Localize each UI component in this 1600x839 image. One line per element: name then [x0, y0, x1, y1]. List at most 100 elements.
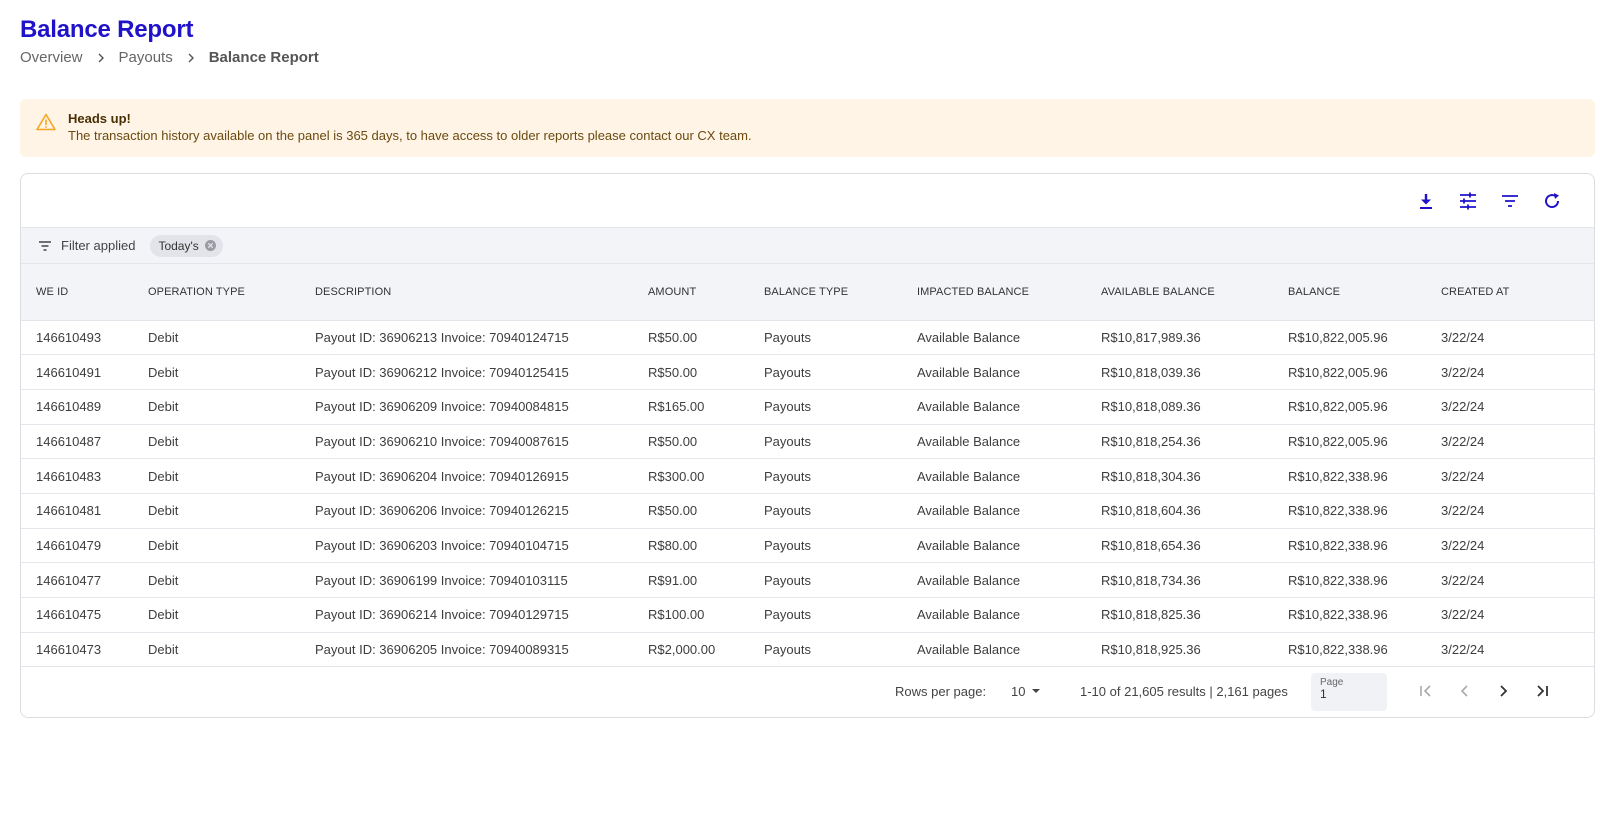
- cell-created-at: 3/22/24: [1426, 562, 1594, 598]
- alert-message: The transaction history available on the…: [68, 128, 752, 143]
- cell-impacted-balance: Available Balance: [902, 389, 1086, 425]
- cell-amount: R$50.00: [633, 320, 749, 356]
- cell-impacted-balance: Available Balance: [902, 320, 1086, 356]
- cell-balance-type: Payouts: [749, 389, 902, 425]
- column-header-created-at[interactable]: CREATED AT: [1426, 264, 1594, 321]
- cell-balance-type: Payouts: [749, 597, 902, 633]
- page-input-label: Page: [1320, 677, 1344, 688]
- warning-triangle-icon: [36, 113, 56, 131]
- column-header-amount[interactable]: AMOUNT: [633, 264, 749, 321]
- columns-settings-icon[interactable]: [1458, 190, 1478, 212]
- cell-created-at: 3/22/24: [1426, 597, 1594, 633]
- column-header-balance[interactable]: BALANCE: [1273, 264, 1426, 321]
- table-row[interactable]: 146610475 Debit Payout ID: 36906214 Invoic…: [21, 597, 1594, 633]
- pagination: Rows per page: 10 1-10 of 21,605 results…: [21, 667, 1594, 717]
- column-header-available-balance[interactable]: AVAILABLE BALANCE: [1086, 264, 1273, 321]
- cell-created-at: 3/22/24: [1426, 458, 1594, 494]
- column-header-balance-type[interactable]: BALANCE TYPE: [749, 264, 902, 321]
- cell-amount: R$2,000.00: [633, 632, 749, 668]
- column-header-impacted-balance[interactable]: IMPACTED BALANCE: [902, 264, 1086, 321]
- filter-icon: [37, 238, 53, 254]
- table-toolbar: [1416, 190, 1562, 212]
- cell-available-balance: R$10,818,734.36: [1086, 562, 1273, 598]
- cell-available-balance: R$10,818,604.36: [1086, 493, 1273, 529]
- cell-description: Payout ID: 36906213 Invoice: 70940124715: [300, 320, 633, 356]
- rows-per-page-value: 10: [1011, 684, 1026, 699]
- breadcrumb-payouts[interactable]: Payouts: [119, 49, 173, 66]
- cell-impacted-balance: Available Balance: [902, 354, 1086, 390]
- cell-operation-type: Debit: [133, 493, 300, 529]
- filter-icon[interactable]: [1500, 190, 1520, 212]
- cell-balance-type: Payouts: [749, 354, 902, 390]
- cell-amount: R$100.00: [633, 597, 749, 633]
- cell-available-balance: R$10,818,925.36: [1086, 632, 1273, 668]
- refresh-icon[interactable]: [1542, 190, 1562, 212]
- cell-created-at: 3/22/24: [1426, 493, 1594, 529]
- filter-applied-label: Filter applied: [61, 238, 136, 253]
- previous-page-icon[interactable]: [1454, 680, 1476, 702]
- cell-created-at: 3/22/24: [1426, 632, 1594, 668]
- column-header-description[interactable]: DESCRIPTION: [300, 264, 633, 321]
- table-row[interactable]: 146610479 Debit Payout ID: 36906203 Invoic…: [21, 528, 1594, 564]
- cell-amount: R$50.00: [633, 424, 749, 460]
- table-row[interactable]: 146610481 Debit Payout ID: 36906206 Invoic…: [21, 493, 1594, 529]
- cell-operation-type: Debit: [133, 528, 300, 564]
- breadcrumb-overview[interactable]: Overview: [20, 49, 83, 66]
- cell-description: Payout ID: 36906214 Invoice: 70940129715: [300, 597, 633, 633]
- cell-balance-type: Payouts: [749, 528, 902, 564]
- table-row[interactable]: 146610473 Debit Payout ID: 36906205 Invoic…: [21, 632, 1594, 668]
- cell-balance: R$10,822,005.96: [1273, 389, 1426, 425]
- cell-balance-type: Payouts: [749, 320, 902, 356]
- cell-operation-type: Debit: [133, 354, 300, 390]
- page-number-input[interactable]: Page 1: [1311, 673, 1387, 711]
- chevron-right-icon: [186, 53, 196, 63]
- cell-available-balance: R$10,817,989.36: [1086, 320, 1273, 356]
- cell-we-id: 146610487: [21, 424, 133, 460]
- table-row[interactable]: 146610493 Debit Payout ID: 36906213 Invoic…: [21, 320, 1594, 356]
- cell-operation-type: Debit: [133, 632, 300, 668]
- cell-balance: R$10,822,005.96: [1273, 320, 1426, 356]
- column-header-we-id[interactable]: WE ID: [21, 264, 133, 321]
- cell-amount: R$91.00: [633, 562, 749, 598]
- cell-operation-type: Debit: [133, 320, 300, 356]
- cell-we-id: 146610489: [21, 389, 133, 425]
- breadcrumb-balance-report: Balance Report: [208, 49, 319, 66]
- cell-we-id: 146610473: [21, 632, 133, 668]
- filter-chip-label: Today's: [158, 238, 199, 253]
- alert-title: Heads up!: [68, 111, 131, 126]
- cell-description: Payout ID: 36906199 Invoice: 70940103115: [300, 562, 633, 598]
- first-page-icon[interactable]: [1415, 680, 1437, 702]
- download-icon[interactable]: [1416, 190, 1436, 212]
- filter-chip-todays[interactable]: Today's: [150, 234, 223, 257]
- balance-report-card: Filter applied Today's WE ID OPERATION TY…: [20, 173, 1595, 718]
- cell-available-balance: R$10,818,825.36: [1086, 597, 1273, 633]
- last-page-icon[interactable]: [1531, 680, 1553, 702]
- cell-we-id: 146610477: [21, 562, 133, 598]
- next-page-icon[interactable]: [1492, 680, 1514, 702]
- close-circle-icon[interactable]: [204, 239, 217, 252]
- table-row[interactable]: 146610483 Debit Payout ID: 36906204 Invoic…: [21, 458, 1594, 494]
- table-row[interactable]: 146610491 Debit Payout ID: 36906212 Invoic…: [21, 354, 1594, 390]
- cell-impacted-balance: Available Balance: [902, 458, 1086, 494]
- column-header-operation-type[interactable]: OPERATION TYPE: [133, 264, 300, 321]
- cell-available-balance: R$10,818,654.36: [1086, 528, 1273, 564]
- table-row[interactable]: 146610477 Debit Payout ID: 36906199 Invoic…: [21, 562, 1594, 598]
- cell-we-id: 146610491: [21, 354, 133, 390]
- cell-description: Payout ID: 36906210 Invoice: 70940087615: [300, 424, 633, 460]
- cell-balance-type: Payouts: [749, 632, 902, 668]
- page-input-value: 1: [1320, 687, 1327, 701]
- cell-we-id: 146610493: [21, 320, 133, 356]
- cell-available-balance: R$10,818,254.36: [1086, 424, 1273, 460]
- cell-balance: R$10,822,005.96: [1273, 424, 1426, 460]
- cell-balance: R$10,822,005.96: [1273, 354, 1426, 390]
- cell-balance: R$10,822,338.96: [1273, 528, 1426, 564]
- cell-available-balance: R$10,818,089.36: [1086, 389, 1273, 425]
- cell-description: Payout ID: 36906212 Invoice: 70940125415: [300, 354, 633, 390]
- table-row[interactable]: 146610487 Debit Payout ID: 36906210 Invoic…: [21, 424, 1594, 460]
- cell-created-at: 3/22/24: [1426, 424, 1594, 460]
- cell-description: Payout ID: 36906206 Invoice: 70940126215: [300, 493, 633, 529]
- rows-per-page-select[interactable]: 10: [1011, 684, 1041, 699]
- cell-we-id: 146610475: [21, 597, 133, 633]
- table-row[interactable]: 146610489 Debit Payout ID: 36906209 Invoic…: [21, 389, 1594, 425]
- cell-impacted-balance: Available Balance: [902, 562, 1086, 598]
